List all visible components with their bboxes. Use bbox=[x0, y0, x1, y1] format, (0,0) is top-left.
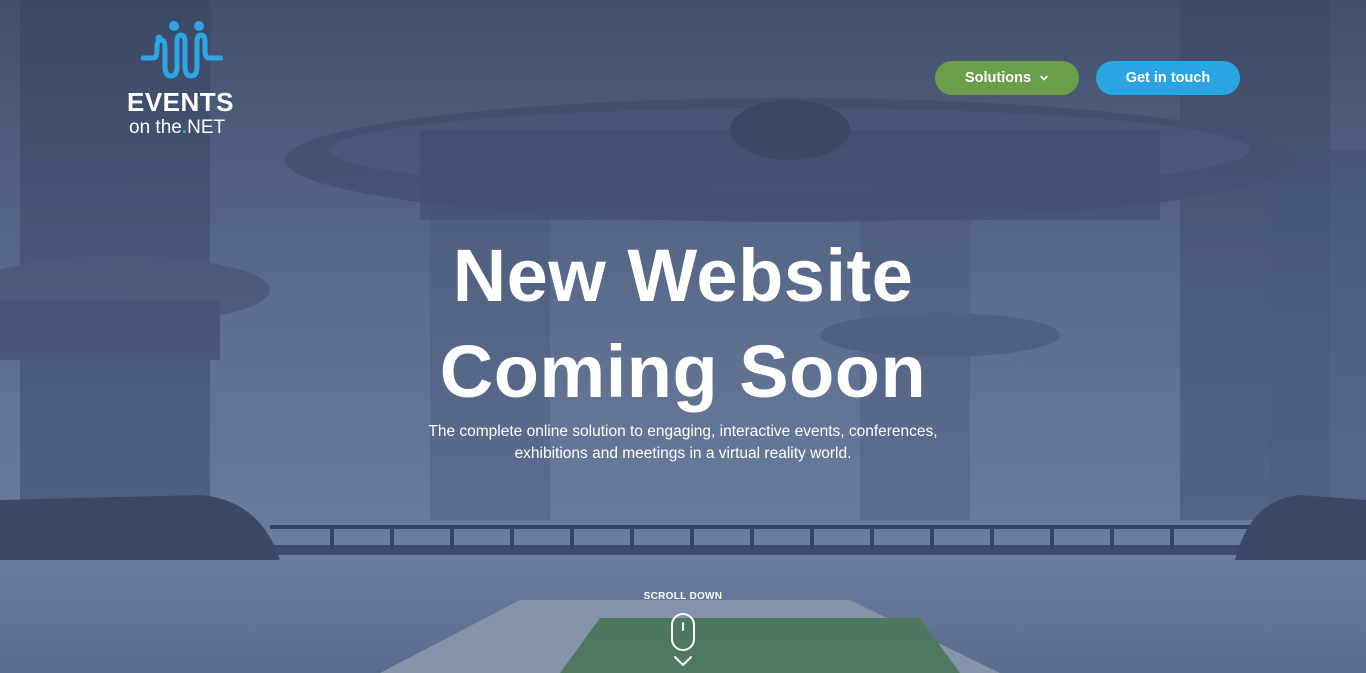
get-in-touch-button[interactable]: Get in touch bbox=[1096, 61, 1240, 95]
site-logo[interactable]: EVENTS on the.NET bbox=[125, 20, 241, 140]
chevron-down-icon bbox=[1040, 75, 1048, 81]
hero-subtitle-line-1: The complete online solution to engaging… bbox=[428, 423, 938, 440]
chevron-down-icon[interactable] bbox=[672, 654, 694, 668]
solutions-dropdown-button[interactable]: Solutions bbox=[935, 61, 1079, 95]
mouse-icon[interactable] bbox=[671, 613, 695, 651]
hero-title-line-1: New Website bbox=[452, 234, 914, 317]
logo-wordmark-events: EVENTS bbox=[127, 87, 235, 117]
hero-title: New Website Coming Soon bbox=[0, 228, 1366, 420]
logo-on-the: on the bbox=[129, 117, 182, 138]
solutions-label: Solutions bbox=[964, 70, 1032, 86]
logo-net: NET bbox=[187, 117, 226, 138]
hero-title-line-2: Coming Soon bbox=[439, 330, 927, 413]
people-wave-icon bbox=[141, 21, 223, 79]
hero-subtitle: The complete online solution to engaging… bbox=[0, 421, 1366, 465]
logo-wordmark-net: on the.NET bbox=[129, 117, 225, 139]
hero-subtitle-line-2: exhibitions and meetings in a virtual re… bbox=[514, 445, 852, 462]
get-in-touch-label: Get in touch bbox=[1125, 70, 1211, 86]
scroll-down-label[interactable]: SCROLL DOWN bbox=[0, 591, 1366, 602]
